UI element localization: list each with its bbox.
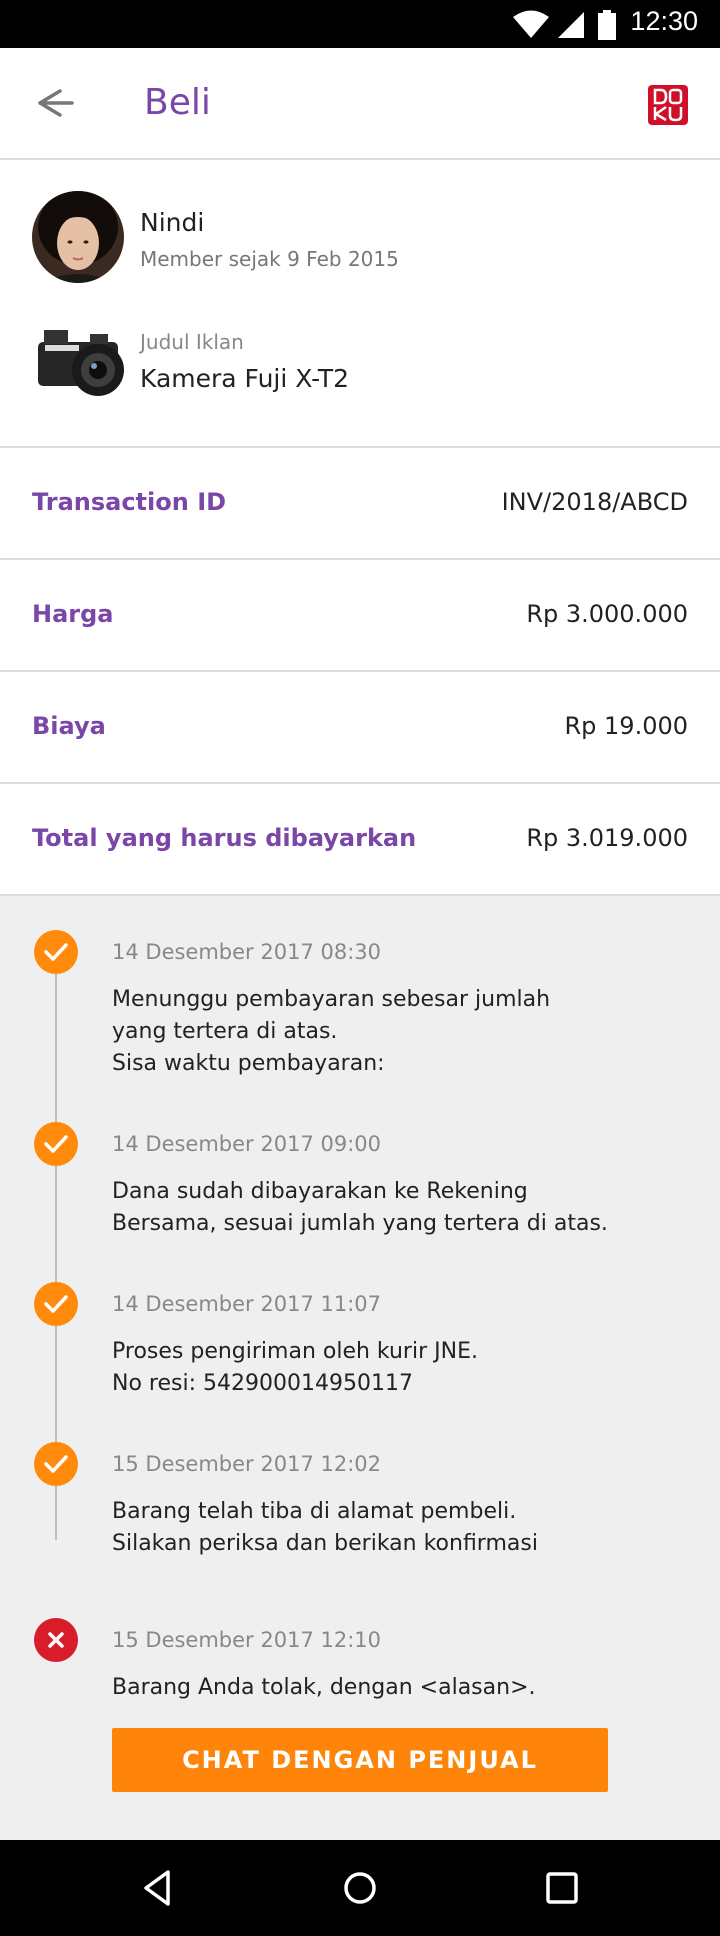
recents-square-icon[interactable]: [538, 1864, 586, 1912]
timeline-line-text: Bersama, sesuai jumlah yang tertera di a…: [112, 1211, 608, 1236]
detail-value: INV/2018/ABCD: [501, 488, 688, 516]
timeline-done-dot: [34, 1282, 78, 1326]
detail-row-transaction-id: Transaction ID INV/2018/ABCD: [0, 448, 720, 560]
timeline-message: Barang telah tiba di alamat pembeli. Sil…: [112, 1496, 632, 1560]
battery-icon: [598, 10, 616, 40]
wifi-icon: [513, 10, 549, 38]
listing-label: Judul Iklan: [140, 330, 244, 354]
brand-logo[interactable]: [648, 85, 688, 125]
detail-value: Rp 3.019.000: [526, 824, 688, 852]
seller-member-since: Member sejak 9 Feb 2015: [140, 247, 399, 271]
detail-label: Harga: [32, 600, 114, 628]
timeline-date: 14 Desember 2017 11:07: [112, 1292, 382, 1316]
check-icon: [44, 1455, 68, 1473]
status-bar: 12:30: [0, 0, 720, 48]
status-timeline: 14 Desember 2017 08:30 Menunggu pembayar…: [0, 896, 720, 1840]
signal-icon: [558, 12, 584, 38]
detail-label: Transaction ID: [32, 488, 227, 516]
timeline-line-text: Sisa waktu pembayaran:: [112, 1051, 385, 1076]
timeline-message: Dana sudah dibayarakan ke Rekening Bersa…: [112, 1176, 632, 1240]
timeline-done-dot: [34, 1122, 78, 1166]
timeline-line-text: Barang Anda tolak, dengan <alasan>.: [112, 1675, 536, 1700]
home-circle-icon[interactable]: [336, 1864, 384, 1912]
arrow-left-icon: [38, 89, 74, 117]
detail-row-biaya: Biaya Rp 19.000: [0, 672, 720, 784]
timeline-date: 15 Desember 2017 12:10: [112, 1628, 382, 1652]
chat-seller-button[interactable]: CHAT DENGAN PENJUAL: [112, 1728, 608, 1792]
seller-avatar: [32, 191, 124, 283]
timeline-message: Barang Anda tolak, dengan <alasan>.: [112, 1672, 632, 1704]
listing-title: Kamera Fuji X-T2: [140, 364, 350, 393]
timeline-line-text: Barang telah tiba di alamat pembeli.: [112, 1499, 517, 1524]
detail-label: Biaya: [32, 712, 106, 740]
check-icon: [44, 1295, 68, 1313]
back-button[interactable]: [30, 80, 80, 126]
close-icon: [48, 1632, 64, 1648]
timeline-date: 14 Desember 2017 08:30: [112, 940, 382, 964]
check-icon: [44, 943, 68, 961]
timeline-line-text: Silakan periksa dan berikan konfirmasi: [112, 1531, 538, 1556]
app-bar: Beli: [0, 48, 720, 160]
check-icon: [44, 1135, 68, 1153]
timeline-message: Menunggu pembayaran sebesar jumlah yang …: [112, 984, 632, 1080]
timeline-done-dot: [34, 1442, 78, 1486]
timeline-rejected-dot: [34, 1618, 78, 1662]
timeline-line-text: Dana sudah dibayarakan ke Rekening: [112, 1179, 528, 1204]
brand-logo-icon: [653, 88, 683, 122]
detail-row-harga: Harga Rp 3.000.000: [0, 560, 720, 672]
detail-value: Rp 3.000.000: [526, 600, 688, 628]
page-title: Beli: [144, 82, 211, 123]
timeline-date: 15 Desember 2017 12:02: [112, 1452, 382, 1476]
timeline-message: Proses pengiriman oleh kurir JNE. No res…: [112, 1336, 632, 1400]
timeline-line-text: No resi: 542900014950117: [112, 1371, 413, 1396]
timeline-done-dot: [34, 930, 78, 974]
timeline-line-text: Proses pengiriman oleh kurir JNE.: [112, 1339, 478, 1364]
seller-name: Nindi: [140, 208, 205, 237]
back-triangle-icon[interactable]: [134, 1864, 182, 1912]
timeline-date: 14 Desember 2017 09:00: [112, 1132, 382, 1156]
detail-label: Total yang harus dibayarkan: [32, 824, 417, 852]
detail-value: Rp 19.000: [564, 712, 688, 740]
detail-row-total: Total yang harus dibayarkan Rp 3.019.000: [0, 784, 720, 896]
system-nav-bar: [0, 1840, 720, 1936]
timeline-line-text: yang tertera di atas.: [112, 1019, 338, 1044]
timeline-line-text: Menunggu pembayaran sebesar jumlah: [112, 987, 551, 1012]
product-image: [32, 314, 124, 406]
status-time: 12:30: [630, 6, 698, 36]
